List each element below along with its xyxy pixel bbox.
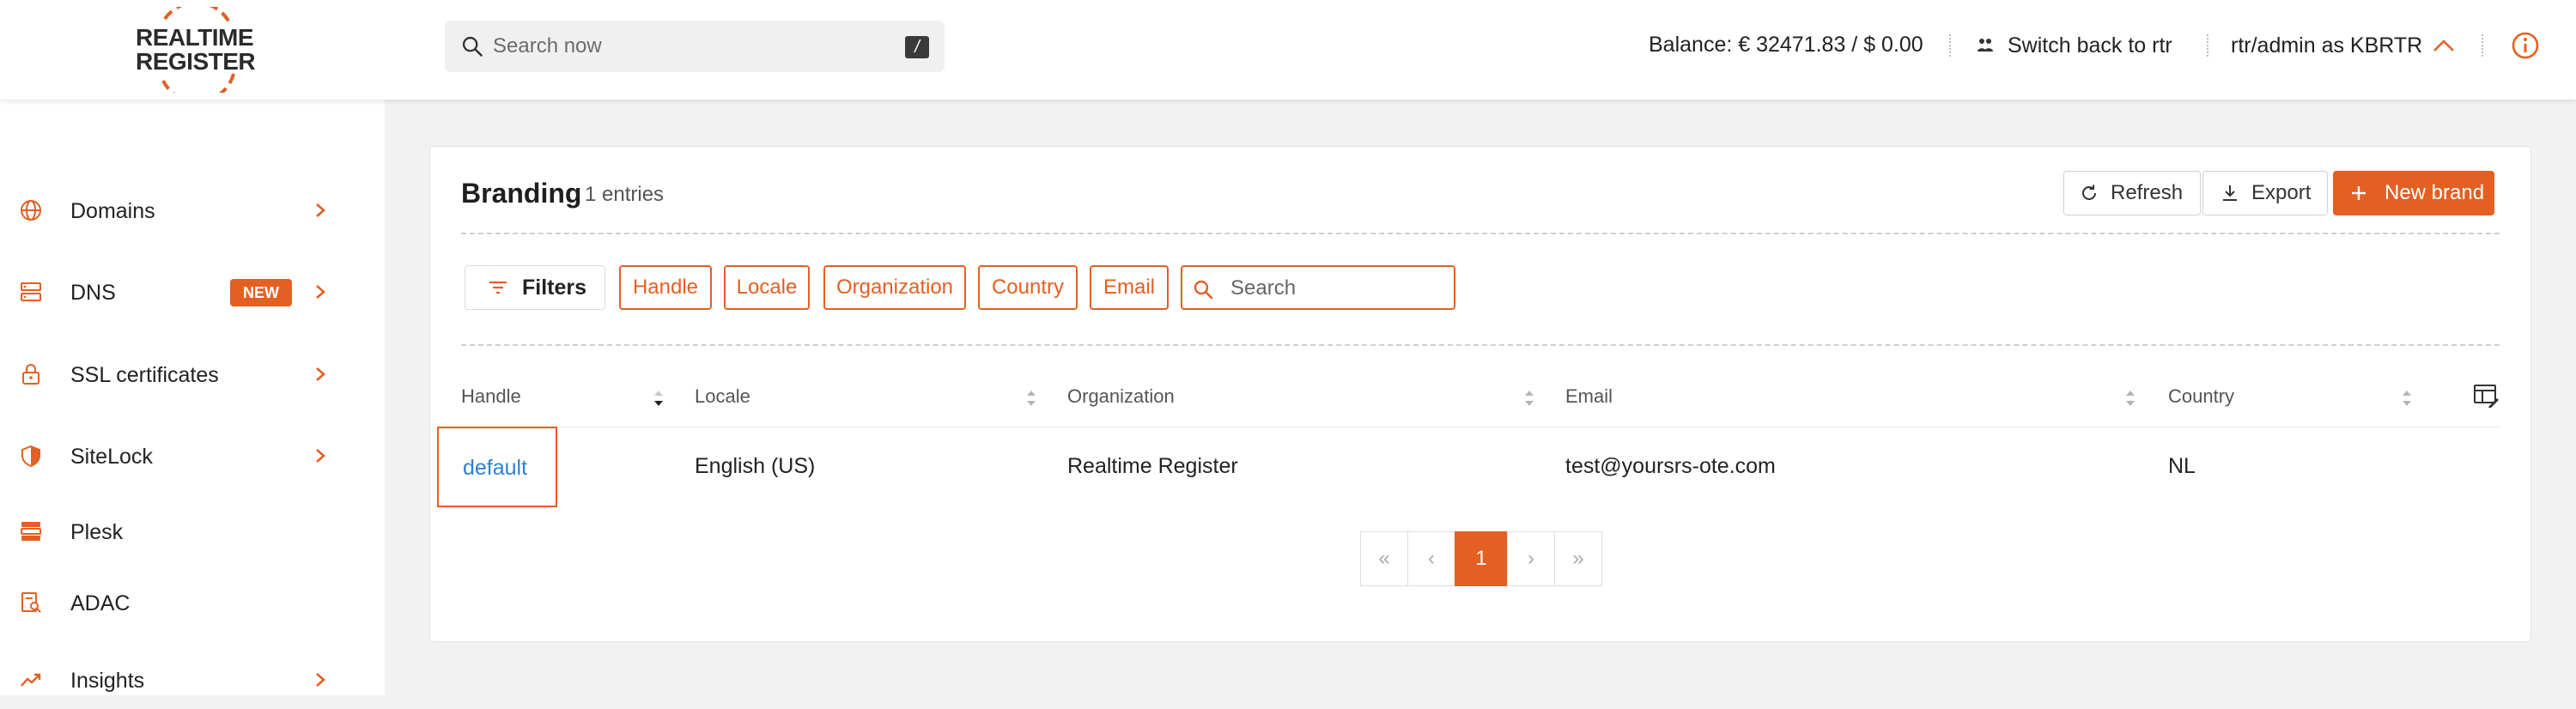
switch-back-button[interactable]: Switch back to rtr	[1975, 27, 2172, 64]
column-header-organization[interactable]: Organization	[1067, 385, 1175, 408]
account-balance: Balance: € 32471.83 / $ 0.00	[1649, 33, 1923, 57]
realtime-register-logo[interactable]: REALTIME REGISTER	[129, 7, 258, 93]
pagination: « ‹ 1 › »	[1360, 531, 1602, 586]
page-last-button[interactable]: »	[1554, 531, 1602, 586]
handle-link-default[interactable]: default	[437, 427, 557, 507]
export-button[interactable]: Export	[2202, 171, 2328, 215]
table-search[interactable]	[1181, 265, 1455, 310]
filters-label: Filters	[522, 275, 587, 300]
sidebar-item-sitelock[interactable]: SiteLock	[0, 426, 385, 486]
chevron-up-icon	[2433, 39, 2455, 52]
logo-line2: REGISTER	[136, 48, 256, 75]
page-1-button[interactable]: 1	[1455, 531, 1508, 586]
top-bar: REALTIME REGISTER / Balance: € 32471.83 …	[0, 0, 2576, 100]
download-icon	[2223, 185, 2237, 201]
switch-back-label: Switch back to rtr	[2008, 33, 2172, 58]
plesk-icon	[21, 522, 41, 541]
divider	[461, 233, 2500, 234]
sort-icon[interactable]	[652, 387, 665, 409]
server-icon	[21, 282, 41, 301]
sidebar: Domains DNS NEW SSL certificates SiteLoc…	[0, 100, 385, 695]
branding-card: Branding 1 entries Refresh Export New br…	[429, 146, 2531, 642]
sidebar-item-label: Domains	[70, 199, 155, 223]
chevron-right-icon	[316, 449, 325, 463]
sidebar-item-adac[interactable]: ADAC	[0, 573, 385, 633]
header-divider	[2207, 34, 2208, 57]
column-header-locale[interactable]: Locale	[695, 385, 750, 408]
user-label: rtr/admin as KBRTR	[2231, 33, 2423, 58]
divider	[461, 344, 2500, 346]
chevron-right-icon	[316, 673, 325, 687]
search-shortcut-key: /	[905, 36, 929, 58]
info-icon[interactable]	[2511, 31, 2540, 60]
header-divider	[1949, 34, 1951, 57]
new-brand-button[interactable]: New brand	[2333, 171, 2494, 215]
search-icon	[1194, 280, 1213, 300]
sidebar-item-ssl-certificates[interactable]: SSL certificates	[0, 344, 385, 404]
refresh-icon	[2082, 185, 2096, 200]
sidebar-item-label: SSL certificates	[70, 363, 219, 387]
new-badge: NEW	[230, 279, 292, 306]
sidebar-item-insights[interactable]: Insights	[0, 650, 385, 709]
chevron-right-icon	[316, 285, 325, 299]
user-menu-toggle[interactable]: rtr/admin as KBRTR	[2231, 27, 2457, 64]
report-search-icon	[21, 592, 41, 613]
sidebar-item-label: DNS	[70, 281, 116, 305]
switch-user-icon	[1978, 39, 1993, 52]
export-label: Export	[2251, 181, 2312, 204]
global-search-input[interactable]	[493, 31, 871, 62]
sidebar-item-label: SiteLock	[70, 445, 153, 469]
filter-chip-email[interactable]: Email	[1090, 265, 1169, 310]
sidebar-item-label: Plesk	[70, 520, 124, 544]
filter-chip-handle[interactable]: Handle	[619, 265, 712, 310]
chevron-right-icon	[316, 203, 325, 217]
new-brand-label: New brand	[2385, 181, 2485, 204]
trending-icon	[21, 673, 41, 687]
sort-icon[interactable]	[1522, 387, 1536, 409]
column-header-country[interactable]: Country	[2168, 385, 2234, 408]
table-search-input[interactable]	[1230, 276, 1445, 301]
filter-chip-country[interactable]: Country	[978, 265, 1078, 310]
cell-organization: Realtime Register	[1067, 454, 1238, 478]
logo-text: REALTIME REGISTER	[136, 24, 256, 75]
refresh-label: Refresh	[2111, 181, 2184, 204]
globe-icon	[21, 200, 41, 221]
sort-icon[interactable]	[2123, 387, 2137, 409]
filter-icon	[489, 281, 507, 294]
sort-icon[interactable]	[1024, 387, 1038, 409]
page-title: Branding	[461, 178, 582, 209]
entries-count: 1 entries	[585, 183, 665, 206]
column-header-email[interactable]: Email	[1565, 385, 1613, 408]
sidebar-item-plesk[interactable]: Plesk	[0, 501, 385, 561]
filter-chip-locale[interactable]: Locale	[724, 265, 810, 310]
filters-button[interactable]: Filters	[465, 265, 605, 310]
sidebar-item-domains[interactable]: Domains	[0, 180, 385, 240]
sidebar-item-dns[interactable]: DNS NEW	[0, 262, 385, 322]
sidebar-item-label: ADAC	[70, 591, 131, 615]
sort-icon[interactable]	[2400, 387, 2414, 409]
filter-chip-organization[interactable]: Organization	[823, 265, 966, 310]
cell-locale: English (US)	[695, 454, 816, 478]
page-prev-button[interactable]: ‹	[1407, 531, 1455, 586]
column-settings-icon[interactable]	[2472, 382, 2500, 409]
column-header-handle[interactable]: Handle	[461, 385, 521, 408]
page-next-button[interactable]: ›	[1507, 531, 1555, 586]
sidebar-item-label: Insights	[70, 669, 145, 693]
header-divider	[2482, 34, 2483, 57]
logo-line1: REALTIME	[136, 24, 254, 51]
cell-country: NL	[2168, 454, 2196, 478]
cell-email: test@yoursrs-ote.com	[1565, 454, 1776, 478]
page-first-button[interactable]: «	[1360, 531, 1408, 586]
search-icon	[462, 36, 483, 57]
lock-icon	[22, 364, 39, 385]
global-search[interactable]	[445, 21, 945, 72]
shield-icon	[21, 445, 40, 468]
refresh-button[interactable]: Refresh	[2063, 171, 2201, 215]
plus-icon	[2352, 186, 2366, 200]
chevron-right-icon	[316, 367, 325, 381]
